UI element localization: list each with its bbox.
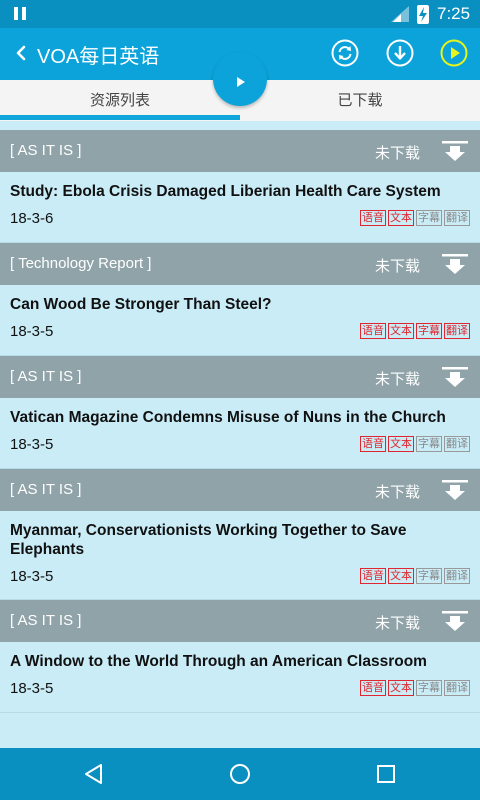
tag-audio: 语音 xyxy=(360,436,386,452)
tag-text: 文本 xyxy=(388,210,414,226)
article-title[interactable]: Study: Ebola Crisis Damaged Liberian Hea… xyxy=(0,172,480,201)
tag-subtitle: 字幕 xyxy=(416,323,442,339)
home-circle-icon[interactable] xyxy=(228,762,252,786)
article-title[interactable]: Can Wood Be Stronger Than Steel? xyxy=(0,285,480,314)
tag-subtitle: 字幕 xyxy=(416,680,442,696)
article-date: 18-3-5 xyxy=(10,680,54,697)
download-icon[interactable] xyxy=(386,39,414,67)
tag-translation: 翻译 xyxy=(444,210,470,226)
article-date: 18-3-5 xyxy=(10,568,54,585)
system-nav-bar xyxy=(0,748,480,800)
tab-indicator xyxy=(0,115,240,120)
category-header: [ AS IT IS ] 未下载 xyxy=(0,130,480,172)
list-item[interactable]: Myanmar, Conservationists Working Togeth… xyxy=(0,511,480,600)
category-label: [ AS IT IS ] xyxy=(10,481,82,498)
category-header: [ AS IT IS ] 未下载 xyxy=(0,469,480,511)
app-title: VOA每日英语 xyxy=(37,46,160,68)
play-fab-button[interactable] xyxy=(213,52,267,106)
tag-translation: 翻译 xyxy=(444,680,470,696)
download-arrow-icon[interactable] xyxy=(440,479,470,501)
battery-charging-icon xyxy=(417,5,429,24)
list-item[interactable]: A Window to the World Through an America… xyxy=(0,642,480,713)
article-date: 18-3-5 xyxy=(10,323,54,340)
refresh-icon[interactable] xyxy=(331,39,359,67)
tag-text: 文本 xyxy=(388,323,414,339)
play-icon xyxy=(237,77,245,87)
tag-translation: 翻译 xyxy=(444,568,470,584)
download-arrow-icon[interactable] xyxy=(440,140,470,162)
download-arrow-icon[interactable] xyxy=(440,610,470,632)
download-status: 未下载 xyxy=(375,483,421,501)
tag-subtitle: 字幕 xyxy=(416,436,442,452)
download-status: 未下载 xyxy=(375,257,421,275)
list-item[interactable]: Vatican Magazine Condemns Misuse of Nuns… xyxy=(0,398,480,469)
tag-subtitle: 字幕 xyxy=(416,568,442,584)
tag-text: 文本 xyxy=(388,436,414,452)
back-arrow-icon[interactable] xyxy=(8,39,36,67)
category-label: [ AS IT IS ] xyxy=(10,368,82,385)
category-label: [ AS IT IS ] xyxy=(10,612,82,629)
tag-audio: 语音 xyxy=(360,680,386,696)
status-bar: 7:25 xyxy=(0,0,480,28)
pause-icon xyxy=(14,7,26,20)
tag-subtitle: 字幕 xyxy=(416,210,442,226)
recents-square-icon[interactable] xyxy=(375,763,397,785)
tag-audio: 语音 xyxy=(360,568,386,584)
article-date: 18-3-6 xyxy=(10,210,54,227)
article-title[interactable]: A Window to the World Through an America… xyxy=(0,642,480,671)
download-status: 未下载 xyxy=(375,144,421,162)
download-arrow-icon[interactable] xyxy=(440,366,470,388)
list-item[interactable]: Can Wood Be Stronger Than Steel? 18-3-5 … xyxy=(0,285,480,356)
download-arrow-icon[interactable] xyxy=(440,253,470,275)
list-item[interactable]: Study: Ebola Crisis Damaged Liberian Hea… xyxy=(0,172,480,243)
tab-downloaded[interactable]: 已下载 xyxy=(240,80,480,118)
tag-text: 文本 xyxy=(388,680,414,696)
signal-icon xyxy=(391,6,409,22)
tab-resource-list[interactable]: 资源列表 xyxy=(0,80,240,118)
status-time: 7:25 xyxy=(437,4,471,23)
category-label: [ AS IT IS ] xyxy=(10,142,82,159)
article-list: [ AS IT IS ] 未下载 Study: Ebola Crisis Dam… xyxy=(0,130,480,713)
category-header: [ Technology Report ] 未下载 xyxy=(0,243,480,285)
category-label: [ Technology Report ] xyxy=(10,255,152,272)
play-all-icon[interactable] xyxy=(440,39,468,67)
tag-text: 文本 xyxy=(388,568,414,584)
category-header: [ AS IT IS ] 未下载 xyxy=(0,356,480,398)
tag-audio: 语音 xyxy=(360,323,386,339)
download-status: 未下载 xyxy=(375,614,421,632)
tag-translation: 翻译 xyxy=(444,323,470,339)
category-header: [ AS IT IS ] 未下载 xyxy=(0,600,480,642)
article-title[interactable]: Vatican Magazine Condemns Misuse of Nuns… xyxy=(0,398,480,427)
back-triangle-icon[interactable] xyxy=(82,762,106,786)
article-date: 18-3-5 xyxy=(10,436,54,453)
article-title[interactable]: Myanmar, Conservationists Working Togeth… xyxy=(0,511,480,559)
download-status: 未下载 xyxy=(375,370,421,388)
tag-translation: 翻译 xyxy=(444,436,470,452)
tag-audio: 语音 xyxy=(360,210,386,226)
